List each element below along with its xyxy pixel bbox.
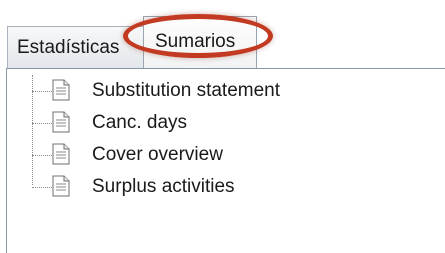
tab-strip: Estadísticas Sumarios: [0, 0, 445, 70]
document-icon: [52, 143, 70, 165]
document-icon: [52, 111, 70, 133]
tree-item-label: Canc. days: [92, 112, 188, 133]
tree-branch-line: [32, 187, 52, 188]
tree-branch-line: [32, 123, 52, 124]
tree-branch-line: [32, 91, 52, 92]
tree-item-substitution-statement[interactable]: Substitution statement: [7, 77, 407, 107]
tab-estadisticas-label: Estadísticas: [17, 37, 120, 58]
tree-item-label: Surplus activities: [92, 176, 235, 197]
document-icon: [52, 175, 70, 197]
tree-item-canc-days[interactable]: Canc. days: [7, 109, 407, 139]
highlight-annotation: [123, 14, 273, 58]
tree-item-cover-overview[interactable]: Cover overview: [7, 141, 407, 171]
tree-branch-line: [32, 155, 52, 156]
window: Estadísticas Sumarios Substitution state…: [0, 0, 445, 253]
document-icon: [52, 79, 70, 101]
tree-item-label: Cover overview: [92, 144, 223, 165]
tree-item-label: Substitution statement: [92, 80, 280, 101]
summary-tree-panel: Substitution statement Canc. days Cover …: [6, 68, 445, 253]
tree-item-surplus-activities[interactable]: Surplus activities: [7, 173, 407, 203]
